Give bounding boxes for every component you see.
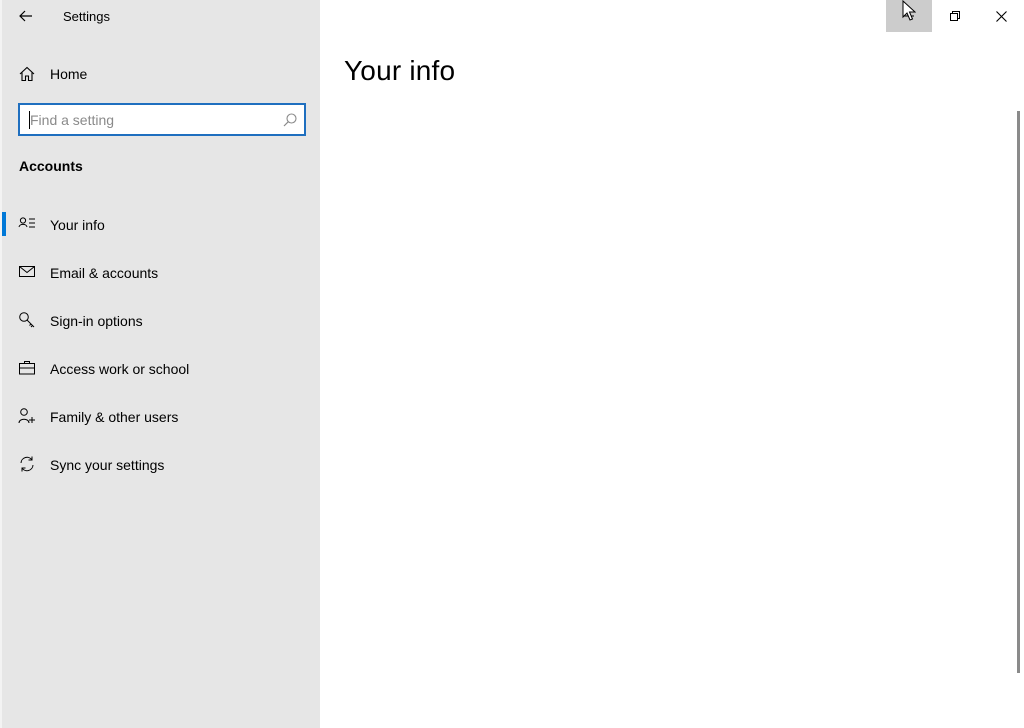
add-person-icon: [18, 408, 35, 424]
contact-info-icon: [18, 217, 35, 228]
scrollbar[interactable]: [1017, 111, 1020, 673]
sidebar-item-label: Access work or school: [50, 361, 190, 377]
sidebar-item-label: Sync your settings: [50, 457, 165, 473]
briefcase-icon: [19, 361, 35, 375]
sidebar-item-family-other-users[interactable]: Family & other users: [2, 392, 320, 440]
nav-list: Your info Email & accounts Sign-in optio…: [2, 200, 320, 488]
search-icon[interactable]: [282, 112, 298, 128]
text-caret: [29, 111, 30, 129]
minimize-button[interactable]: [886, 0, 932, 32]
sidebar-item-your-info[interactable]: Your info: [2, 200, 320, 248]
app-title: Settings: [63, 9, 110, 24]
mail-icon: [19, 266, 35, 277]
home-nav-item[interactable]: Home: [2, 56, 320, 92]
search-box[interactable]: [18, 103, 306, 136]
minimize-icon: [904, 15, 914, 17]
restore-button[interactable]: [932, 0, 978, 32]
sidebar-item-sync-settings[interactable]: Sync your settings: [2, 440, 320, 488]
restore-icon: [950, 11, 960, 21]
sidebar-item-label: Family & other users: [50, 409, 179, 425]
back-button[interactable]: [12, 4, 40, 28]
home-label: Home: [50, 66, 88, 82]
home-icon: [19, 66, 35, 82]
sidebar-item-label: Email & accounts: [50, 265, 159, 281]
search-input[interactable]: [30, 111, 270, 129]
section-title: Accounts: [19, 158, 83, 174]
key-icon: [19, 312, 35, 328]
sidebar-item-label: Your info: [50, 217, 105, 233]
sidebar-item-email-accounts[interactable]: Email & accounts: [2, 248, 320, 296]
sidebar-item-access-work-school[interactable]: Access work or school: [2, 344, 320, 392]
close-icon: [995, 10, 1007, 22]
selection-indicator: [2, 212, 6, 236]
settings-window: Settings Home Accounts: [0, 0, 1024, 728]
sync-icon: [20, 456, 34, 472]
sidebar: Settings Home Accounts: [0, 0, 320, 728]
sidebar-item-sign-in-options[interactable]: Sign-in options: [2, 296, 320, 344]
back-arrow-icon: [19, 10, 32, 22]
close-button[interactable]: [978, 0, 1024, 32]
page-title: Your info: [344, 55, 456, 86]
sidebar-item-label: Sign-in options: [50, 313, 143, 329]
